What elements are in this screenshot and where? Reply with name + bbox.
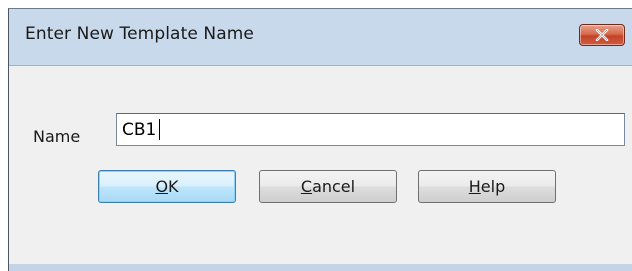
screen: Enter New Template Name Name OK Cancel H… — [0, 0, 632, 271]
title-bar[interactable]: Enter New Template Name — [9, 9, 632, 65]
close-icon — [595, 29, 609, 41]
cancel-label-rest: ancel — [312, 177, 356, 196]
help-button[interactable]: Help — [418, 170, 556, 203]
close-button[interactable] — [579, 24, 625, 46]
name-label: Name — [33, 127, 81, 146]
dialog-body: Name OK Cancel Help — [9, 65, 632, 264]
ok-label-rest: K — [168, 177, 179, 196]
ok-button[interactable]: OK — [98, 170, 236, 203]
ok-mnemonic: O — [155, 177, 169, 196]
name-input[interactable] — [116, 113, 625, 146]
template-name-dialog: Enter New Template Name Name OK Cancel H… — [8, 8, 632, 271]
help-label-rest: elp — [480, 177, 506, 196]
help-mnemonic: H — [468, 177, 481, 196]
cancel-mnemonic: C — [300, 177, 313, 196]
dialog-title: Enter New Template Name — [25, 24, 254, 44]
text-caret — [159, 119, 160, 140]
cancel-button[interactable]: Cancel — [259, 170, 397, 203]
